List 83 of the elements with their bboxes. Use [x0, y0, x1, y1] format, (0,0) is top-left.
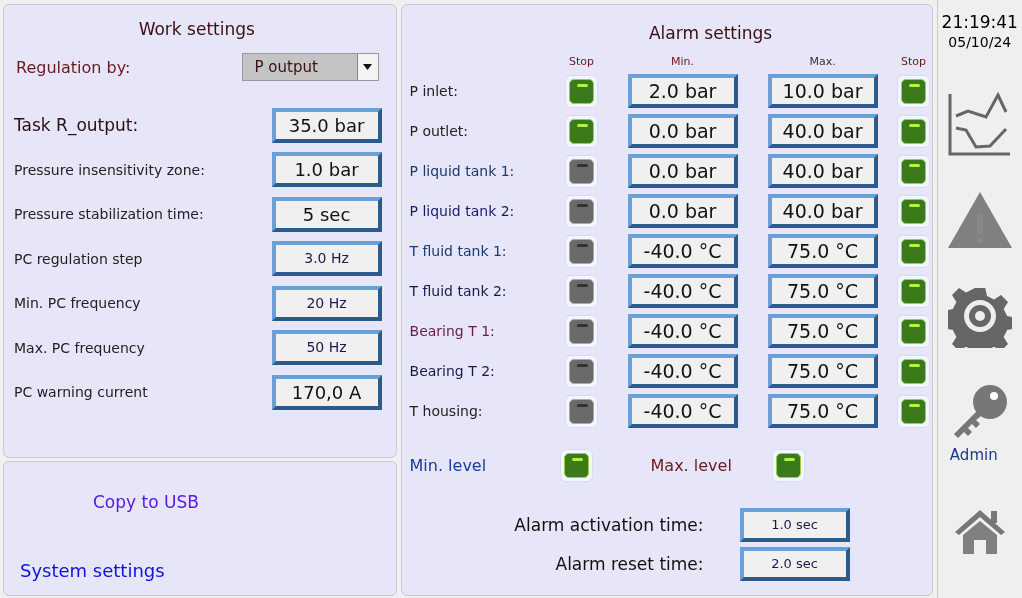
row-label: Bearing T 2:	[409, 363, 496, 379]
row-label: P liquid tank 2:	[409, 203, 516, 219]
field-label: Max. PC frequency	[14, 339, 145, 356]
value-field[interactable]: 170,0 A	[271, 374, 382, 410]
field-label: PC regulation step	[14, 250, 143, 267]
stop-toggle[interactable]	[565, 74, 599, 108]
min-field[interactable]: 0.0 bar	[627, 154, 738, 188]
level-label: Min. level	[409, 456, 488, 475]
field-label: Alarm activation time:	[514, 515, 704, 535]
min-field[interactable]: 0.0 bar	[627, 114, 738, 148]
stop-toggle[interactable]	[897, 194, 931, 228]
field-label: Pressure stabilization time:	[14, 206, 204, 223]
row-label: Bearing T 1:	[409, 323, 496, 339]
stop-toggle[interactable]	[897, 394, 931, 428]
min-field[interactable]: 2.0 bar	[627, 74, 738, 108]
value-field[interactable]: 20 Hz	[271, 285, 382, 321]
warning-icon[interactable]	[947, 192, 1012, 248]
stop-toggle[interactable]	[565, 154, 599, 188]
stop-toggle[interactable]	[897, 154, 931, 188]
copy-link[interactable]: Copy to USB	[93, 492, 199, 512]
stop-toggle[interactable]	[565, 194, 599, 228]
max-field[interactable]: 40.0 bar	[767, 194, 878, 228]
min-field[interactable]: -40.0 °C	[627, 274, 738, 308]
field-label: Alarm reset time:	[555, 554, 704, 574]
value-field[interactable]: 1.0 sec	[739, 508, 850, 542]
panel-title: Work settings	[137, 19, 256, 39]
clock-time: 21:19:41	[941, 12, 1018, 32]
level-toggle[interactable]	[559, 449, 593, 482]
stop-toggle[interactable]	[897, 234, 931, 268]
clock-date: 05/10/24	[948, 34, 1012, 50]
column-header: Max.	[808, 54, 837, 68]
value-field[interactable]: 1.0 bar	[271, 152, 382, 188]
max-field[interactable]: 10.0 bar	[767, 74, 878, 108]
value-field[interactable]: 3.0 Hz	[271, 241, 382, 277]
column-header: Stop	[900, 54, 928, 68]
value-field[interactable]: 2.0 sec	[739, 547, 850, 581]
max-field[interactable]: 75.0 °C	[767, 274, 878, 308]
max-field[interactable]: 75.0 °C	[767, 314, 878, 348]
min-field[interactable]: -40.0 °C	[627, 354, 738, 388]
stop-toggle[interactable]	[565, 354, 599, 388]
user-label: Admin	[949, 446, 998, 464]
row-label: T housing:	[409, 403, 484, 419]
caret-icon	[363, 64, 373, 70]
stop-toggle[interactable]	[565, 314, 599, 348]
value-field[interactable]: 5 sec	[271, 196, 382, 232]
stop-toggle[interactable]	[565, 394, 599, 428]
stop-toggle[interactable]	[897, 314, 931, 348]
field-label: Task R_output:	[14, 115, 139, 136]
field-label: Min. PC frequency	[14, 295, 141, 312]
field-label: PC warning current	[14, 384, 148, 401]
field-label: Regulation by:	[16, 57, 131, 77]
field-label: Pressure insensitivity zone:	[14, 161, 205, 178]
stop-toggle[interactable]	[897, 274, 931, 308]
min-field[interactable]: 0.0 bar	[627, 194, 738, 228]
value-field[interactable]: 35.0 bar	[271, 107, 382, 143]
min-field[interactable]: -40.0 °C	[627, 314, 738, 348]
max-field[interactable]: 40.0 bar	[767, 154, 878, 188]
row-label: P inlet:	[409, 83, 459, 99]
max-field[interactable]: 75.0 °C	[767, 234, 878, 268]
system-settings-link[interactable]: System settings	[20, 560, 165, 581]
row-label: P outlet:	[409, 123, 470, 139]
min-field[interactable]: -40.0 °C	[627, 234, 738, 268]
panel-title: Alarm settings	[647, 23, 774, 43]
regulation-dropdown[interactable]: P output	[241, 53, 379, 81]
max-field[interactable]: 40.0 bar	[767, 114, 878, 148]
column-header: Stop	[568, 54, 596, 68]
chart-icon[interactable]	[947, 92, 1012, 156]
level-label: Max. level	[650, 456, 732, 475]
stop-toggle[interactable]	[897, 114, 931, 148]
level-toggle[interactable]	[771, 449, 805, 482]
value-field[interactable]: 50 Hz	[271, 330, 382, 366]
row-label: T fluid tank 2:	[409, 283, 508, 299]
stop-toggle[interactable]	[897, 74, 931, 108]
stop-toggle[interactable]	[897, 354, 931, 388]
row-label: P liquid tank 1:	[409, 163, 516, 179]
stop-toggle[interactable]	[565, 234, 599, 268]
row-label: T fluid tank 1:	[409, 243, 508, 259]
stop-toggle[interactable]	[565, 274, 599, 308]
column-header: Min.	[670, 54, 696, 68]
min-field[interactable]: -40.0 °C	[627, 394, 738, 428]
stop-toggle[interactable]	[565, 114, 599, 148]
max-field[interactable]: 75.0 °C	[767, 394, 878, 428]
max-field[interactable]: 75.0 °C	[767, 354, 878, 388]
